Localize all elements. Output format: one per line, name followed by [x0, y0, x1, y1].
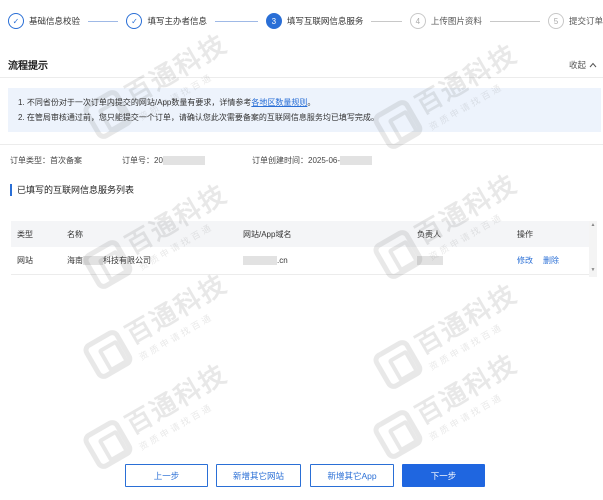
process-tip-header: 流程提示 收起: [0, 52, 603, 78]
list-title: 已填写的互联网信息服务列表: [10, 184, 134, 196]
notice-box: 1. 不同省份对于一次订单内提交的网站/App数量有要求，详情参考各地区数量规则…: [8, 88, 601, 132]
table-scrollbar[interactable]: ▲ ▼: [589, 221, 597, 277]
watermark-text: 百通科技: [410, 279, 523, 362]
notice-text: 。: [307, 98, 316, 107]
notice-line-2: 2. 在管局审核通过前，您只能提交一个订单，请确认您此次需要备案的互联网信息服务…: [18, 113, 379, 122]
row-owner: [417, 247, 443, 274]
watermark: 百通科技资质申请找百通: [78, 354, 240, 476]
order-time-value: 2025-06-: [308, 156, 341, 165]
row-domain-suffix: .cn: [277, 256, 288, 265]
order-number-label: 订单号：: [122, 156, 154, 165]
watermark-logo: [80, 327, 136, 382]
header-actions: 操作: [517, 229, 533, 239]
step-label: 填写互联网信息服务: [286, 16, 364, 26]
table-row: 网站 海南 科技有限公司 .cn 修改 删除: [11, 247, 597, 275]
watermark-sub: 资质申请找百通: [137, 311, 216, 363]
row-type: 网站: [17, 256, 33, 265]
step-upload-images: 4 上传图片资料: [409, 13, 482, 29]
watermark-sub: 资质申请找百通: [137, 401, 216, 453]
check-icon: ✓: [8, 13, 24, 29]
row-domain: .cn: [243, 247, 288, 274]
step-number: 5: [547, 13, 564, 29]
notice-line-1: 1. 不同省份对于一次订单内提交的网站/App数量有要求，详情参考各地区数量规则…: [18, 95, 591, 110]
step-label: 基础信息校验: [29, 16, 81, 26]
step-basic-check: ✓ 基础信息校验: [8, 13, 80, 29]
next-step-button[interactable]: 下一步: [402, 464, 485, 487]
order-time-label: 订单创建时间：: [252, 156, 308, 165]
header-type: 类型: [17, 229, 33, 239]
row-name-suffix: 科技有限公司: [103, 256, 151, 265]
row-name-prefix: 海南: [67, 256, 83, 265]
add-app-button[interactable]: 新增其它App: [310, 464, 394, 487]
collapse-label: 收起: [568, 59, 586, 70]
order-info: 订单类型：首次备案 订单号：20 订单创建时间：2025-06-: [10, 155, 600, 169]
check-icon: ✓: [126, 13, 143, 29]
step-label: 填写主办者信息: [147, 16, 207, 26]
watermark-sub: 资质申请找百通: [427, 391, 506, 443]
redaction-mask: [340, 156, 373, 166]
order-type: 订单类型：首次备案: [10, 155, 82, 166]
watermark: 百通科技资质申请找百通: [368, 274, 530, 396]
service-table: 类型 名称 网站/App域名 负责人 操作 网站 海南 科技有限公司 .cn 修改…: [11, 221, 597, 277]
header-name: 名称: [67, 229, 83, 239]
progress-stepper: ✓ 基础信息校验 ✓ 填写主办者信息 3 填写互联网信息服务 4 上传图片资料 …: [0, 0, 603, 42]
watermark: 百通科技资质申请找百通: [78, 264, 240, 386]
order-type-label: 订单类型：: [10, 156, 50, 165]
notice-text: 1. 不同省份对于一次订单内提交的网站/App数量有要求，详情参考: [18, 98, 252, 107]
step-connector: [489, 20, 540, 22]
collapse-button[interactable]: 收起: [569, 59, 597, 71]
redaction-mask: [83, 256, 103, 265]
step-connector: [214, 20, 258, 22]
watermark-text: 百通科技: [410, 349, 523, 432]
watermark-text: 百通科技: [120, 269, 233, 352]
chevron-up-icon: [589, 62, 597, 67]
divider: [0, 144, 603, 145]
add-website-button[interactable]: 新增其它网站: [216, 464, 301, 487]
step-sponsor-info: ✓ 填写主办者信息: [126, 13, 207, 29]
order-number: 订单号：20: [122, 155, 205, 166]
section-title: 流程提示: [8, 61, 48, 72]
region-rules-link[interactable]: 各地区数量规则: [251, 98, 307, 107]
watermark-logo: [370, 337, 426, 392]
step-label: 上传图片资料: [430, 16, 482, 26]
header-domain: 网站/App域名: [243, 229, 292, 239]
scroll-down-icon[interactable]: ▼: [590, 267, 596, 273]
redaction-mask: [417, 256, 443, 265]
scroll-up-icon[interactable]: ▲: [590, 222, 596, 228]
step-label: 提交订单: [568, 16, 603, 26]
watermark: 百通科技资质申请找百通: [368, 344, 530, 466]
order-type-value: 首次备案: [50, 156, 82, 165]
row-name: 海南 科技有限公司: [67, 247, 151, 274]
step-submit-order: 5 提交订单: [547, 13, 603, 29]
order-time: 订单创建时间：2025-06-: [252, 155, 373, 166]
step-number: 4: [409, 13, 426, 29]
watermark-text: 百通科技: [120, 359, 233, 442]
step-internet-service: 3 填写互联网信息服务: [265, 13, 364, 29]
prev-step-button[interactable]: 上一步: [125, 464, 208, 487]
delete-link[interactable]: 删除: [543, 255, 559, 266]
order-number-value: 20: [154, 156, 163, 165]
table-header: 类型 名称 网站/App域名 负责人 操作: [11, 221, 597, 247]
row-actions: 修改 删除: [517, 247, 559, 274]
step-connector: [371, 20, 402, 22]
header-owner: 负责人: [417, 229, 441, 239]
watermark-sub: 资质申请找百通: [427, 321, 506, 373]
step-number: 3: [265, 13, 282, 29]
step-connector: [88, 20, 119, 22]
redaction-mask: [162, 156, 205, 166]
edit-link[interactable]: 修改: [517, 255, 533, 266]
redaction-mask: [243, 256, 277, 265]
watermark-logo: [370, 407, 426, 462]
